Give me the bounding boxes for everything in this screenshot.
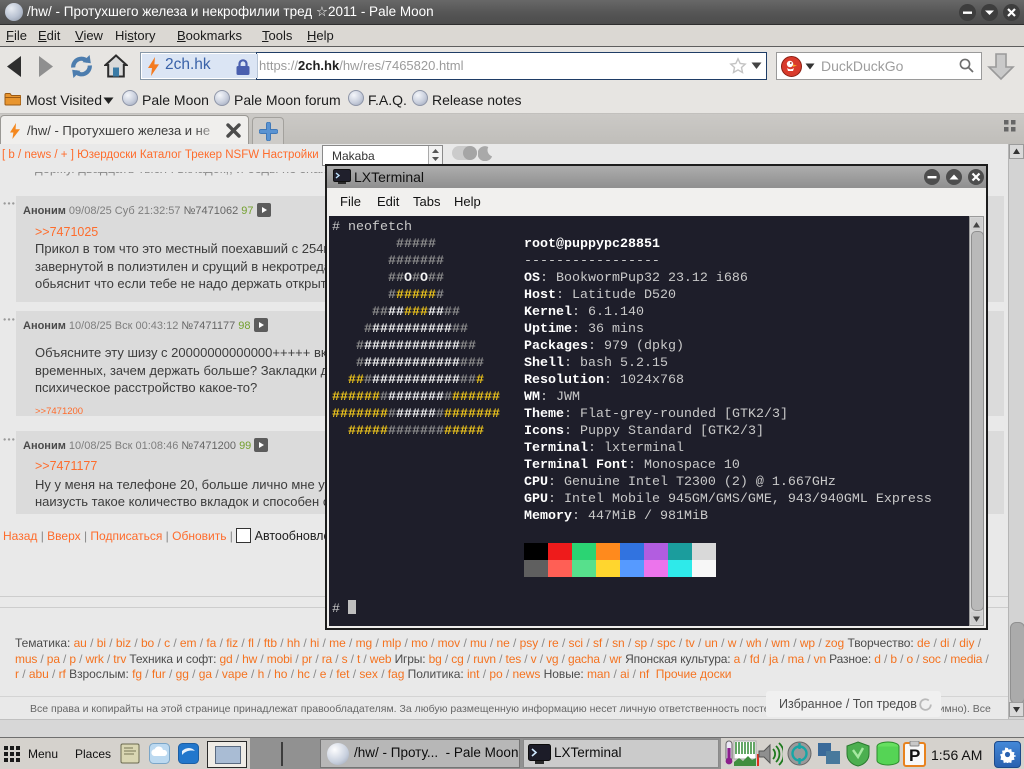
- svg-text:P: P: [909, 746, 920, 765]
